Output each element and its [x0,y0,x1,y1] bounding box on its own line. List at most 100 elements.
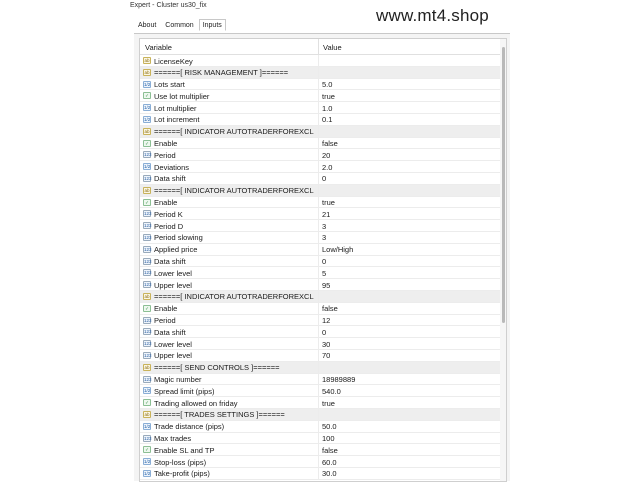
parameter-name: Trade distance (pips) [154,422,225,432]
parameter-value[interactable]: 2.0 [322,163,332,172]
parameter-row[interactable]: 123 Data shift 0 [140,255,500,268]
parameter-value[interactable]: 3 [322,233,326,242]
parameter-row[interactable]: ✓ Enable true [140,196,500,209]
parameter-name: Lower level [154,268,192,278]
parameter-name: Lots start [154,80,185,90]
parameter-value[interactable]: true [322,92,335,101]
parameter-row[interactable]: 123 Period 20 [140,149,500,162]
parameter-value[interactable]: 0 [322,174,326,183]
int-type-icon: 123 [143,281,152,289]
int-type-icon: 123 [143,328,152,336]
grid-header: Variable Value [140,39,506,55]
section-row[interactable]: ab ======[ SEND CONTROLS ]====== [140,361,500,374]
parameter-value[interactable]: 70 [322,351,330,360]
bool-type-icon: ✓ [143,198,151,206]
section-row[interactable]: ab ======[ INDICATOR AUTOTRADERFOREXCLU..… [140,125,500,138]
parameter-row[interactable]: 123 Upper level 95 [140,279,500,291]
parameter-row[interactable]: ✓ Use lot multiplier true [140,90,500,103]
parameter-name: Data shift [154,174,186,184]
parameter-value[interactable]: 0.1 [322,115,332,124]
int-type-icon: 123 [143,340,152,348]
tab-inputs[interactable]: Inputs [198,19,226,31]
parameter-name: Data shift [154,257,186,267]
section-row[interactable]: ab ======[ INDICATOR AUTOTRADERFOREXCLU..… [140,290,500,303]
tab-about[interactable]: About [134,19,160,31]
parameter-value[interactable]: false [322,304,338,313]
section-row[interactable]: ab ======[ TRADES SETTINGS ]====== [140,408,500,421]
parameter-name: Period slowing [154,233,203,243]
tab-common[interactable]: Common [161,19,197,31]
parameter-value[interactable]: 0 [322,257,326,266]
parameter-row[interactable]: 123 Lower level 5 [140,267,500,280]
parameter-row[interactable]: 1/2 Trade distance (pips) 50.0 [140,420,500,433]
parameter-name: Upper level [154,351,192,361]
parameter-row[interactable]: 1/2 Spread limit (pips) 540.0 [140,385,500,398]
parameter-row[interactable]: 123 Period slowing 3 [140,231,500,244]
column-header-value[interactable]: Value [323,43,342,52]
parameter-row[interactable]: 1/2 Deviations 2.0 [140,161,500,173]
parameter-value[interactable]: 5 [322,269,326,278]
parameter-value[interactable]: 21 [322,210,330,219]
parameter-value[interactable]: 12 [322,316,330,325]
parameter-value[interactable]: 20 [322,151,330,160]
int-type-icon: 123 [143,233,152,241]
parameter-row[interactable]: 123 Period 12 [140,314,500,327]
parameter-value[interactable]: false [322,446,338,455]
cell-divider [318,444,319,456]
cell-divider [318,113,319,125]
double-type-icon: 1/2 [143,469,151,477]
parameter-row[interactable]: ✓ Enable false [140,302,500,315]
parameter-row[interactable]: 123 Period D 3 [140,220,500,232]
double-type-icon: 1/2 [143,115,151,123]
parameter-row[interactable]: 1/2 Lot increment 0.1 [140,113,500,126]
scrollbar-thumb[interactable] [502,47,505,323]
parameter-value[interactable]: 18989889 [322,375,355,384]
parameter-row[interactable]: 1/2 Stop-loss (pips) 60.0 [140,456,500,468]
parameter-value[interactable]: 50.0 [322,422,337,431]
parameter-row[interactable]: 123 Data shift 0 [140,326,500,339]
parameter-name: Lower level [154,339,192,349]
parameter-row[interactable]: 1/2 Lot multiplier 1.0 [140,102,500,114]
cell-divider [318,349,319,361]
parameter-value[interactable]: 60.0 [322,458,337,467]
parameter-row[interactable]: ab LicenseKey [140,55,500,67]
cell-divider [318,137,319,149]
parameter-row[interactable]: 123 Max trades 100 [140,432,500,445]
section-row[interactable]: ab ======[ RISK MANAGEMENT ]====== [140,66,500,79]
parameter-value[interactable]: true [322,198,335,207]
parameter-row[interactable]: ✓ Enable SL and TP false [140,444,500,457]
parameter-value[interactable]: true [322,399,335,408]
parameter-row[interactable]: 123 Magic number 18989889 [140,373,500,386]
parameter-row[interactable]: 123 Lower level 30 [140,338,500,350]
parameter-value[interactable]: 30.0 [322,469,337,478]
parameter-value[interactable]: 1.0 [322,104,332,113]
cell-divider [318,102,319,113]
parameter-value[interactable]: 540.0 [322,387,341,396]
parameter-row[interactable]: ✓ Enable false [140,137,500,150]
parameter-value[interactable]: 5.0 [322,80,332,89]
column-divider[interactable] [318,39,319,54]
parameter-name: Period D [154,221,184,231]
parameter-value[interactable]: 30 [322,340,330,349]
parameter-row[interactable]: 123 Data shift 0 [140,172,500,185]
parameter-value[interactable]: 0 [322,328,326,337]
int-type-icon: 123 [143,351,152,359]
string-type-icon: ab [143,127,151,135]
parameter-row[interactable]: 123 Applied price Low/High [140,243,500,256]
column-header-variable[interactable]: Variable [145,43,172,52]
vertical-scrollbar[interactable] [500,39,506,481]
section-row[interactable]: ab ======[ INDICATOR AUTOTRADERFOREXCLU..… [140,184,500,197]
parameter-value[interactable]: 95 [322,281,330,290]
parameter-value[interactable]: 100 [322,434,335,443]
parameter-row[interactable]: 123 Period K 21 [140,208,500,221]
parameter-row[interactable]: 123 Upper level 70 [140,349,500,362]
parameter-value[interactable]: 3 [322,222,326,231]
parameter-value[interactable]: false [322,139,338,148]
cell-divider [318,361,319,373]
parameter-value[interactable]: Low/High [322,245,353,254]
parameter-row[interactable]: 1/2 Take-profit (pips) 30.0 [140,467,500,480]
cell-divider [318,432,319,444]
cell-divider [318,220,319,231]
parameter-row[interactable]: ✓ Trading allowed on friday true [140,397,500,409]
parameter-row[interactable]: 1/2 Lots start 5.0 [140,78,500,91]
